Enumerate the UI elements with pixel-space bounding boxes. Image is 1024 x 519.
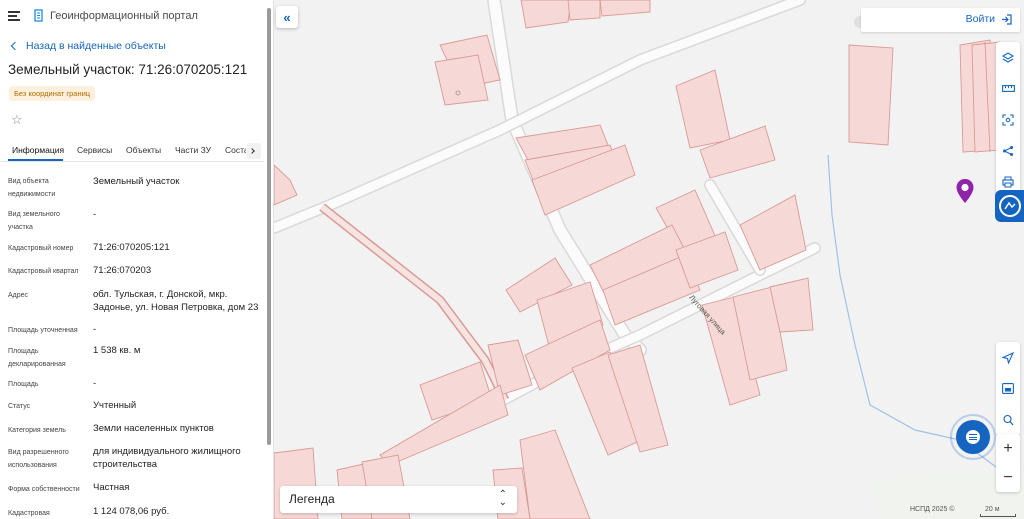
portal-logo-icon (34, 9, 43, 22)
zoom-out-button[interactable]: − (996, 463, 1020, 492)
tab-objects[interactable]: Объекты (126, 145, 161, 155)
field-label: Вид разрешенного использования (8, 449, 69, 469)
tab-services[interactable]: Сервисы (77, 145, 112, 155)
field-label: Адрес (8, 292, 29, 299)
info-sidebar: Геоинформационный портал Назад в найденн… (0, 0, 274, 519)
basemap-icon[interactable] (996, 373, 1020, 404)
portal-title: Геоинформационный портал (50, 10, 198, 22)
chat-icon (956, 420, 990, 454)
nspd-badge (999, 195, 1021, 217)
tab-composition[interactable]: Соста (225, 145, 246, 155)
zoom-in-button[interactable]: + (996, 434, 1020, 463)
field-value: Учтенный (93, 400, 137, 411)
field-value: обл. Тульская, г. Донской, мкр. Задонье,… (93, 289, 259, 313)
field-value: 1 124 078,06 руб. (93, 506, 170, 517)
map-tools-panel-lower (996, 342, 1020, 435)
object-title: Земельный участок: 71:26:070205:121 (8, 62, 248, 77)
share-icon[interactable] (996, 135, 1020, 166)
tab-information[interactable]: Информация (12, 145, 64, 155)
field-value: - (93, 378, 97, 389)
sidebar-header: Геоинформационный портал (0, 0, 273, 32)
map-view[interactable]: Луговая улица (274, 0, 1024, 519)
cadastral-map-canvas[interactable] (274, 0, 1024, 519)
legend-label: Легенда (289, 492, 335, 506)
field-label: Форма собственности (8, 486, 80, 493)
scale-bar (980, 514, 1016, 517)
nspd-icon[interactable] (995, 190, 1024, 222)
layers-icon[interactable] (996, 42, 1020, 73)
map-tools-panel (996, 42, 1020, 197)
tabs-scroll-right-button[interactable] (247, 143, 261, 159)
select-area-icon[interactable] (996, 104, 1020, 135)
chat-assistant-button[interactable] (950, 414, 996, 460)
login-button[interactable]: Войти (966, 13, 1012, 25)
chevron-left-icon (10, 41, 20, 51)
field-value: 71:26:070203 (93, 265, 152, 276)
field-label: Площадь уточненная (8, 327, 78, 334)
map-attribution: НСПД 2025 © (910, 506, 955, 513)
back-to-results-link[interactable]: Назад в найденные объекты (9, 40, 166, 52)
chevron-updown-icon: ⌃ ⌄ (498, 489, 507, 508)
geo-search-icon[interactable] (996, 404, 1020, 435)
field-value: Частная (93, 482, 130, 493)
sidebar-scrollbar-thumb[interactable] (267, 8, 271, 445)
legend-toggle-bar[interactable]: Легенда ⌃ ⌄ (280, 486, 517, 513)
field-label: Вид объекта недвижимости (8, 178, 56, 198)
login-label: Войти (965, 13, 995, 25)
app-root: Геоинформационный портал Назад в найденн… (0, 0, 1024, 519)
field-label: Вид земельного участка (8, 211, 60, 231)
field-value: для индивидуального жилищного строительс… (93, 446, 241, 470)
zoom-controls: + − (996, 434, 1020, 492)
collapse-sidebar-button[interactable]: « (276, 6, 298, 28)
field-value: Земли населенных пунктов (93, 423, 214, 434)
favorite-star-icon[interactable]: ☆ (11, 113, 23, 126)
active-tab-indicator (8, 159, 63, 161)
login-arrow-icon (1002, 13, 1012, 25)
ruler-icon[interactable] (996, 73, 1020, 104)
location-marker-icon[interactable] (955, 178, 975, 204)
locate-icon[interactable] (996, 342, 1020, 373)
back-link-label: Назад в найденные объекты (26, 40, 166, 52)
no-coordinates-badge: Без координат границ (9, 86, 96, 101)
scale-label: 20 м (985, 506, 1000, 513)
tab-parts[interactable]: Части ЗУ (175, 145, 211, 155)
field-label: Статус (8, 403, 31, 410)
field-value: Земельный участок (93, 176, 180, 187)
hamburger-menu-icon[interactable] (8, 11, 20, 21)
field-label: Категория земель (8, 427, 66, 434)
field-value: 1 538 кв. м (93, 345, 141, 356)
field-label: Площадь декларированная (8, 348, 66, 368)
field-value: - (93, 209, 97, 220)
field-value: - (93, 324, 97, 335)
info-tabs: Информация Сервисы Объекты Части ЗУ Сост… (0, 140, 264, 162)
field-label: Кадастровый квартал (8, 268, 79, 275)
field-value: 71:26:070205:121 (93, 242, 170, 253)
field-label: Кадастровая (8, 510, 50, 517)
field-label: Площадь (8, 381, 39, 388)
top-right-bar: Войти (861, 8, 1020, 32)
field-label: Кадастровый номер (8, 245, 74, 252)
